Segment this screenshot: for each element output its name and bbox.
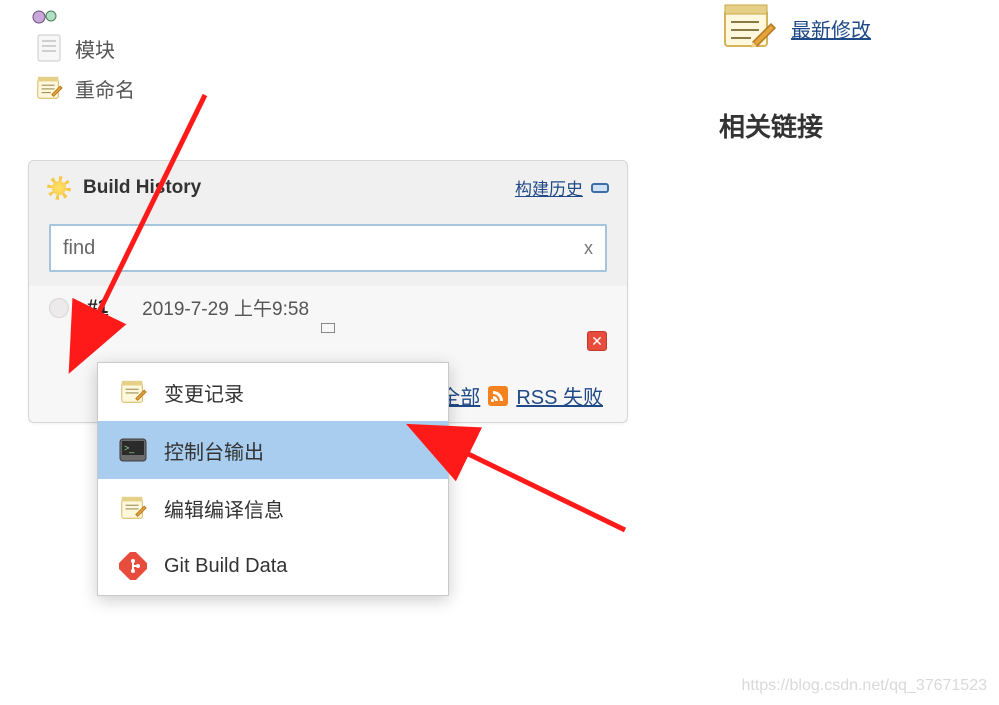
menu-item-label: 编辑编译信息 bbox=[164, 494, 284, 523]
related-links-heading: 相关链接 bbox=[719, 107, 871, 144]
sidebar: 模块 重命名 bbox=[35, 0, 135, 108]
sidebar-item-label: 模块 bbox=[75, 34, 115, 63]
notepad-icon bbox=[35, 74, 63, 102]
rss-icon bbox=[488, 386, 508, 406]
search-box: x bbox=[49, 224, 607, 272]
menu-item-changes[interactable]: 变更记录 bbox=[98, 363, 448, 421]
git-icon bbox=[118, 551, 148, 581]
notepad-large-icon bbox=[719, 0, 777, 57]
recent-changes-link[interactable]: 最新修改 bbox=[791, 14, 871, 43]
menu-item-console[interactable]: >_ 控制台输出 bbox=[98, 421, 448, 479]
clear-icon[interactable]: x bbox=[584, 238, 593, 259]
sun-icon bbox=[47, 176, 71, 200]
menu-item-edit-build[interactable]: 编辑编译信息 bbox=[98, 479, 448, 537]
svg-text:>_: >_ bbox=[124, 443, 135, 453]
trend-link[interactable]: 构建历史 bbox=[515, 175, 583, 200]
build-id-link[interactable]: #1 bbox=[87, 297, 108, 319]
panel-header: Build History 构建历史 bbox=[29, 161, 627, 214]
panel-title: Build History bbox=[83, 177, 201, 199]
search-input[interactable] bbox=[63, 237, 584, 260]
status-ball-icon bbox=[49, 298, 69, 318]
menu-item-label: 变更记录 bbox=[164, 378, 244, 407]
menu-item-git-build[interactable]: Git Build Data bbox=[98, 537, 448, 595]
menu-item-label: Git Build Data bbox=[164, 555, 287, 578]
document-icon bbox=[35, 34, 63, 62]
notepad-icon bbox=[118, 377, 148, 407]
sidebar-item-modules[interactable]: 模块 bbox=[35, 28, 135, 68]
build-timestamp: 2019-7-29 上午9:58 bbox=[142, 294, 309, 321]
arrow-annotation bbox=[460, 450, 625, 530]
menu-item-label: 控制台输出 bbox=[164, 436, 264, 465]
close-icon[interactable]: ✕ bbox=[587, 331, 607, 351]
chevron-down-icon bbox=[321, 323, 335, 333]
gears-icon bbox=[29, 8, 63, 26]
right-column: 最新修改 相关链接 bbox=[719, 0, 871, 144]
build-row[interactable]: #1 2019-7-29 上午9:58 ✕ bbox=[29, 286, 627, 323]
context-menu: 变更记录 >_ 控制台输出 编辑编译信息 bbox=[97, 362, 449, 596]
sidebar-item-label: 重命名 bbox=[75, 74, 135, 103]
rss-fail-link[interactable]: RSS 失败 bbox=[516, 381, 603, 410]
collapse-icon[interactable] bbox=[591, 183, 609, 193]
recent-changes-row: 最新修改 bbox=[719, 0, 871, 57]
watermark: https://blog.csdn.net/qq_37671523 bbox=[741, 677, 987, 695]
dropdown-caret[interactable] bbox=[29, 323, 627, 337]
sidebar-item-rename[interactable]: 重命名 bbox=[35, 68, 135, 108]
notepad-icon bbox=[118, 493, 148, 523]
terminal-icon: >_ bbox=[118, 435, 148, 465]
